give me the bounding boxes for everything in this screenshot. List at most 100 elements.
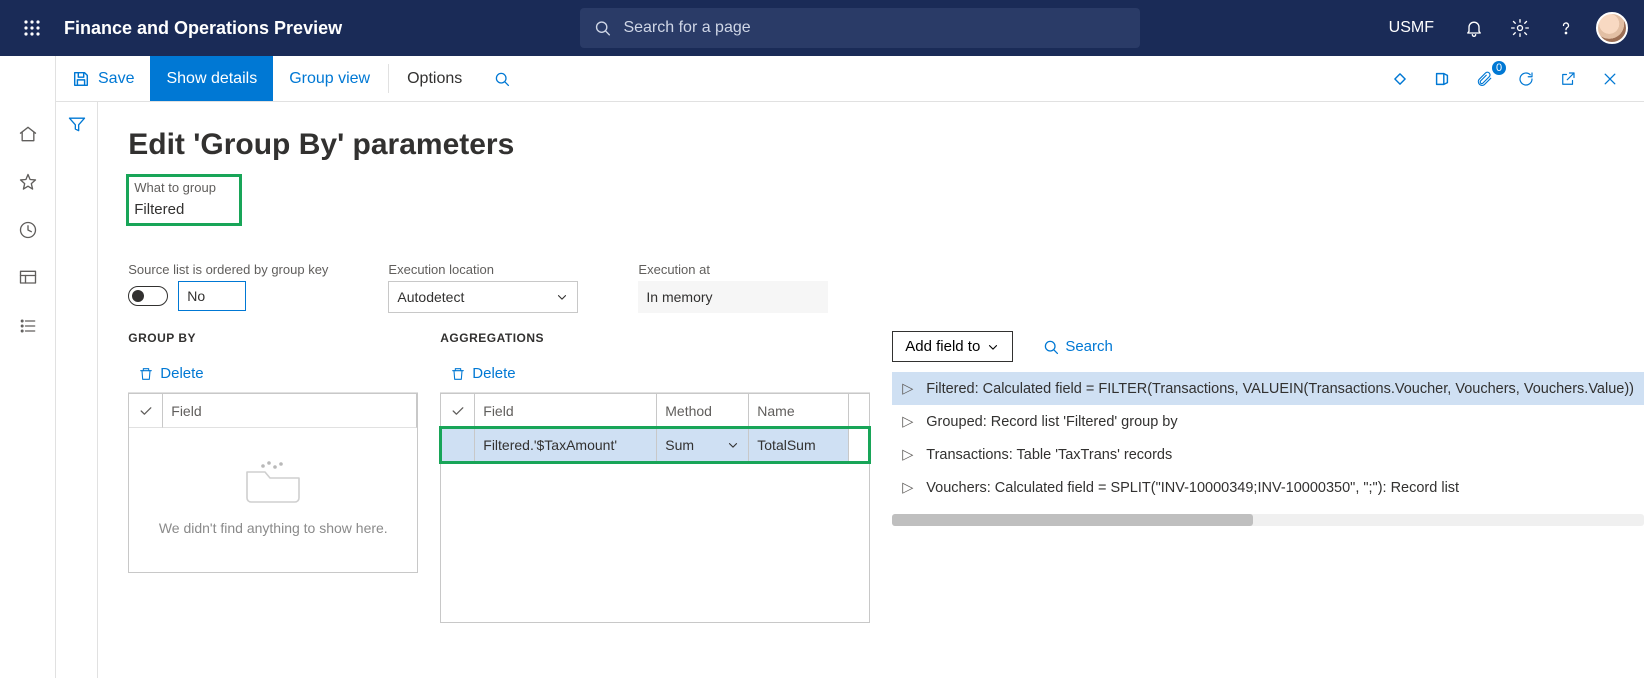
nav-modules[interactable] <box>4 302 52 350</box>
ds-search-label: Search <box>1065 338 1113 355</box>
chevron-down-icon <box>726 438 740 452</box>
add-field-to-button[interactable]: Add field to <box>892 331 1013 362</box>
add-field-to-label: Add field to <box>905 338 980 355</box>
diamond-icon <box>1391 70 1409 88</box>
ds-horizontal-scrollbar[interactable] <box>892 514 1644 526</box>
agg-row-field[interactable]: Filtered.'$TaxAmount' <box>475 428 657 462</box>
check-icon <box>450 403 466 419</box>
clock-icon <box>18 220 38 240</box>
what-to-group-label: What to group <box>128 176 240 195</box>
close-button[interactable] <box>1594 63 1626 95</box>
empty-folder-icon <box>241 458 305 506</box>
group-view-button[interactable]: Group view <box>273 56 386 101</box>
agg-method-header[interactable]: Method <box>657 394 749 428</box>
cmdbar-divider <box>388 64 389 93</box>
exec-loc-label: Execution location <box>388 262 578 277</box>
groupby-check-header[interactable] <box>129 394 163 428</box>
ds-item[interactable]: ▷ Grouped: Record list 'Filtered' group … <box>892 405 1644 438</box>
legal-entity-picker[interactable]: USMF <box>1379 13 1444 43</box>
global-search[interactable] <box>580 8 1140 48</box>
options-label: Options <box>407 70 462 88</box>
office-button[interactable] <box>1426 63 1458 95</box>
ordered-value[interactable]: No <box>178 281 246 311</box>
ds-search-button[interactable]: Search <box>1043 338 1113 355</box>
modules-icon <box>18 316 38 336</box>
exec-at-label: Execution at <box>638 262 828 277</box>
notifications-button[interactable] <box>1458 12 1490 44</box>
waffle-icon <box>23 19 41 37</box>
aggregations-header: Aggregations <box>440 331 870 345</box>
agg-check-header[interactable] <box>441 394 475 428</box>
global-search-input[interactable] <box>621 18 1126 38</box>
page-title: Edit 'Group By' parameters <box>128 128 1644 162</box>
help-button[interactable] <box>1550 12 1582 44</box>
show-details-button[interactable]: Show details <box>150 56 273 101</box>
agg-row[interactable]: Filtered.'$TaxAmount' Sum TotalSum <box>441 428 869 462</box>
expander-icon[interactable]: ▷ <box>902 414 916 430</box>
open-new-window-button[interactable] <box>1552 63 1584 95</box>
chevron-down-icon <box>555 290 569 304</box>
workspaces-icon <box>18 268 38 288</box>
bell-icon <box>1464 18 1484 38</box>
ds-item-text: Filtered: Calculated field = FILTER(Tran… <box>926 381 1634 397</box>
save-button[interactable]: Save <box>56 56 150 101</box>
app-launcher-button[interactable] <box>8 4 56 52</box>
filter-pane-toggle[interactable] <box>67 114 87 678</box>
save-label: Save <box>98 70 134 88</box>
save-icon <box>72 70 90 88</box>
agg-row-check[interactable] <box>441 428 475 462</box>
nav-favorites[interactable] <box>4 158 52 206</box>
settings-button[interactable] <box>1504 12 1536 44</box>
agg-name-header[interactable]: Name <box>749 394 849 428</box>
exec-loc-select[interactable]: Autodetect <box>388 281 578 313</box>
refresh-icon <box>1517 70 1535 88</box>
aggregations-delete-button[interactable]: Delete <box>440 359 525 388</box>
attachments-button[interactable]: 0 <box>1468 63 1500 95</box>
popout-icon <box>1559 70 1577 88</box>
exec-loc-value: Autodetect <box>397 289 464 305</box>
search-icon <box>494 71 510 87</box>
ds-item[interactable]: ▷ Vouchers: Calculated field = SPLIT("IN… <box>892 471 1644 504</box>
show-details-label: Show details <box>166 70 257 88</box>
trash-icon <box>138 366 154 382</box>
chevron-down-icon <box>986 340 1000 354</box>
nav-recents[interactable] <box>4 206 52 254</box>
search-icon <box>594 19 611 37</box>
groupby-empty-text: We didn't find anything to show here. <box>159 520 388 536</box>
groupby-delete-button[interactable]: Delete <box>128 359 213 388</box>
ordered-label: Source list is ordered by group key <box>128 262 328 277</box>
attachments-count-badge: 0 <box>1492 61 1506 75</box>
groupby-header: Group by <box>128 331 418 345</box>
agg-field-header[interactable]: Field <box>475 394 657 428</box>
check-icon <box>138 403 154 419</box>
refresh-button[interactable] <box>1510 63 1542 95</box>
expander-icon[interactable]: ▷ <box>902 381 916 397</box>
aggregations-delete-label: Delete <box>472 365 515 382</box>
nav-workspaces[interactable] <box>4 254 52 302</box>
search-icon <box>1043 339 1059 355</box>
options-button[interactable]: Options <box>391 56 478 101</box>
agg-row-name[interactable]: TotalSum <box>749 428 849 462</box>
groupby-field-header[interactable]: Field <box>163 394 417 428</box>
exec-at-value: In memory <box>638 281 828 313</box>
home-icon <box>18 124 38 144</box>
ds-item[interactable]: ▷ Filtered: Calculated field = FILTER(Tr… <box>892 372 1644 405</box>
expander-icon[interactable]: ▷ <box>902 447 916 463</box>
user-avatar[interactable] <box>1596 12 1628 44</box>
agg-row-method-value: Sum <box>665 437 694 453</box>
expander-icon[interactable]: ▷ <box>902 480 916 496</box>
ds-item-text: Grouped: Record list 'Filtered' group by <box>926 414 1177 430</box>
find-button[interactable] <box>478 56 526 101</box>
ordered-toggle[interactable] <box>128 286 168 306</box>
office-icon <box>1433 70 1451 88</box>
what-to-group-value[interactable]: Filtered <box>128 199 240 224</box>
nav-home[interactable] <box>4 110 52 158</box>
ds-item[interactable]: ▷ Transactions: Table 'TaxTrans' records <box>892 438 1644 471</box>
filter-icon <box>67 114 87 134</box>
personalize-button[interactable] <box>1384 63 1416 95</box>
ds-item-text: Transactions: Table 'TaxTrans' records <box>926 447 1172 463</box>
agg-row-method[interactable]: Sum <box>657 428 749 462</box>
group-view-label: Group view <box>289 70 370 88</box>
star-icon <box>18 172 38 192</box>
app-title: Finance and Operations Preview <box>56 18 342 39</box>
